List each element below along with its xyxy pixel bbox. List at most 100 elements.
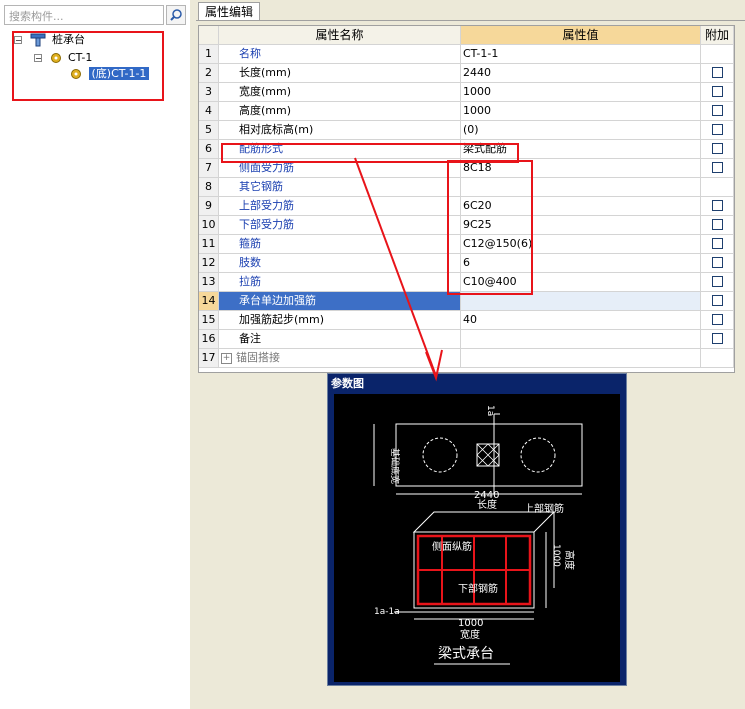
property-name[interactable]: 长度(mm) [219, 64, 461, 82]
property-name-text: 肢数 [239, 256, 261, 269]
grid-row[interactable]: 13 拉筋 C10@400 [199, 273, 734, 292]
property-name[interactable]: 其它钢筋 [219, 178, 461, 196]
property-value[interactable]: 40 [461, 311, 701, 329]
tree-node-pile-cap[interactable]: − 桩承台 [14, 32, 85, 48]
tree-node-ct1-1[interactable]: (底)CT-1-1 [70, 66, 150, 82]
label-bottom-bar: 下部钢筋 [458, 582, 498, 595]
attach-checkbox[interactable] [712, 257, 723, 268]
property-name-text: 其它钢筋 [239, 180, 283, 193]
property-value[interactable] [461, 178, 701, 196]
property-name[interactable]: 侧面受力筋 [219, 159, 461, 177]
property-name[interactable]: 箍筋 [219, 235, 461, 253]
header-num [199, 26, 219, 44]
header-property-name[interactable]: 属性名称 [219, 26, 461, 44]
property-value[interactable]: 8C18 [461, 159, 701, 177]
component-tree-panel: 搜索构件... − 桩承台 − CT-1 (底)CT-1-1 [0, 0, 191, 709]
property-name[interactable]: 承台单边加强筋 [219, 292, 461, 310]
header-attach[interactable]: 附加 [701, 26, 734, 44]
attach-checkbox[interactable] [712, 105, 723, 116]
property-name[interactable]: 宽度(mm) [219, 83, 461, 101]
property-value[interactable]: C10@400 [461, 273, 701, 291]
collapse-icon[interactable]: − [14, 36, 22, 45]
attach-checkbox[interactable] [712, 200, 723, 211]
grid-row[interactable]: 12 肢数 6 [199, 254, 734, 273]
attach-cell [701, 254, 734, 272]
property-name[interactable]: 相对底标高(m) [219, 121, 461, 139]
search-input[interactable]: 搜索构件... [4, 5, 164, 25]
property-name[interactable]: 拉筋 [219, 273, 461, 291]
row-number: 1 [199, 45, 219, 63]
property-value[interactable]: C12@150(6) [461, 235, 701, 253]
property-name[interactable]: 备注 [219, 330, 461, 348]
property-value[interactable]: 梁式配筋 [461, 140, 701, 158]
property-name-text: 下部受力筋 [239, 218, 294, 231]
grid-row[interactable]: 8 其它钢筋 [199, 178, 734, 197]
attach-checkbox[interactable] [712, 162, 723, 173]
grid-row[interactable]: 16 备注 [199, 330, 734, 349]
row-number: 15 [199, 311, 219, 329]
grid-row[interactable]: 9 上部受力筋 6C20 [199, 197, 734, 216]
attach-checkbox[interactable] [712, 86, 723, 97]
grid-row[interactable]: 1 名称 CT-1-1 [199, 45, 734, 64]
property-value[interactable] [461, 330, 701, 348]
attach-checkbox[interactable] [712, 124, 723, 135]
row-number: 16 [199, 330, 219, 348]
attach-cell [701, 178, 734, 196]
label-side-bar: 侧面纵筋 [432, 540, 472, 553]
property-name[interactable]: 配筋形式 [219, 140, 461, 158]
property-value[interactable]: 1000 [461, 102, 701, 120]
property-name[interactable]: 加强筋起步(mm) [219, 311, 461, 329]
property-value[interactable]: 1000 [461, 83, 701, 101]
property-name[interactable]: 名称 [219, 45, 461, 63]
attach-checkbox[interactable] [712, 67, 723, 78]
grid-row[interactable]: 17 + 锚固搭接 [199, 349, 734, 368]
grid-row[interactable]: 7 侧面受力筋 8C18 [199, 159, 734, 178]
attach-checkbox[interactable] [712, 314, 723, 325]
property-name[interactable]: 高度(mm) [219, 102, 461, 120]
grid-row[interactable]: 5 相对底标高(m) (0) [199, 121, 734, 140]
row-number: 7 [199, 159, 219, 177]
property-value[interactable]: 6 [461, 254, 701, 272]
property-value[interactable]: 2440 [461, 64, 701, 82]
search-button[interactable] [166, 5, 186, 25]
property-name[interactable]: + 锚固搭接 [219, 349, 461, 367]
tab-property-edit[interactable]: 属性编辑 [198, 2, 261, 21]
collapse-icon[interactable]: − [34, 54, 42, 63]
grid-row[interactable]: 14 承台单边加强筋 [199, 292, 734, 311]
property-name[interactable]: 下部受力筋 [219, 216, 461, 234]
attach-checkbox[interactable] [712, 333, 723, 344]
property-value[interactable]: (0) [461, 121, 701, 139]
row-number: 8 [199, 178, 219, 196]
grid-row[interactable]: 11 箍筋 C12@150(6) [199, 235, 734, 254]
attach-checkbox[interactable] [712, 276, 723, 287]
grid-row[interactable]: 3 宽度(mm) 1000 [199, 83, 734, 102]
property-value[interactable] [461, 292, 701, 310]
attach-checkbox[interactable] [712, 295, 723, 306]
property-value[interactable]: 6C20 [461, 197, 701, 215]
diagram-canvas: 1a 基础底宽 2440 长度 上部钢筋 侧面纵筋 1000 高度 下部钢筋 1… [334, 394, 620, 682]
row-number: 10 [199, 216, 219, 234]
parameter-diagram-panel: 参数图 1a 基础底宽 2440 长度 上部钢筋 侧面纵筋 1000 高度 下部… [327, 373, 627, 686]
property-name-text: 锚固搭接 [236, 351, 280, 364]
attach-cell [701, 121, 734, 139]
property-grid: 属性名称 属性值 附加 1 名称 CT-1-1 2 长度(mm) 2440 3 宽度(mm) 1… [198, 25, 735, 373]
property-value[interactable] [461, 349, 701, 367]
expand-icon[interactable]: + [221, 352, 232, 364]
label-base-width: 基础底宽 [389, 448, 401, 484]
attach-checkbox[interactable] [712, 143, 723, 154]
grid-row[interactable]: 4 高度(mm) 1000 [199, 102, 734, 121]
grid-row[interactable]: 15 加强筋起步(mm) 40 [199, 311, 734, 330]
property-value[interactable]: 9C25 [461, 216, 701, 234]
property-name[interactable]: 上部受力筋 [219, 197, 461, 215]
tree-node-ct1[interactable]: − CT-1 [34, 50, 92, 66]
label-length: 长度 [477, 498, 497, 511]
attach-checkbox[interactable] [712, 219, 723, 230]
property-name[interactable]: 肢数 [219, 254, 461, 272]
attach-checkbox[interactable] [712, 238, 723, 249]
grid-row[interactable]: 6 配筋形式 梁式配筋 [199, 140, 734, 159]
grid-row[interactable]: 10 下部受力筋 9C25 [199, 216, 734, 235]
property-value[interactable]: CT-1-1 [461, 45, 701, 63]
grid-row[interactable]: 2 长度(mm) 2440 [199, 64, 734, 83]
header-property-value[interactable]: 属性值 [461, 26, 701, 44]
property-name-text: 上部受力筋 [239, 199, 294, 212]
